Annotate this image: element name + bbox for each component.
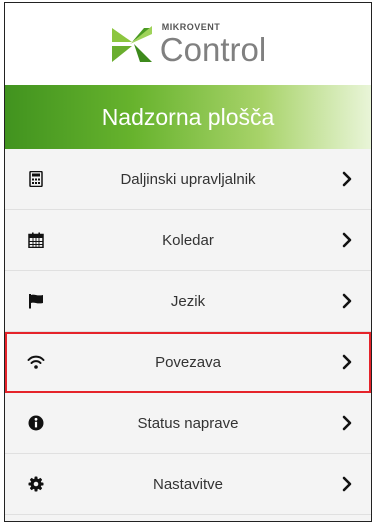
chevron-right-icon	[342, 415, 352, 431]
app-frame: MIKROVENT Control Nadzorna plošča Daljin…	[4, 2, 372, 522]
brand-big-text: Control	[159, 30, 267, 68]
menu-item-label: Daljinski upravljalnik	[120, 170, 256, 188]
menu-item-label: Nastavitve	[152, 475, 224, 493]
mikrovent-logo-icon	[111, 26, 152, 62]
chevron-right-icon	[342, 171, 352, 187]
menu-item-remote-control[interactable]: Daljinski upravljalnik	[5, 149, 371, 210]
menu-item-label: Jezik	[170, 292, 206, 310]
mikrovent-logo: MIKROVENT Control	[110, 22, 266, 66]
dashboard-menu: Daljinski upravljalnik Koledar Jezik Pov…	[5, 149, 371, 515]
menu-item-label: Povezava	[155, 353, 221, 371]
menu-item-language[interactable]: Jezik	[5, 271, 371, 332]
calendar-icon	[27, 231, 45, 249]
wifi-icon	[27, 353, 45, 371]
chevron-right-icon	[342, 232, 352, 248]
chevron-right-icon	[342, 293, 352, 309]
menu-item-device-status[interactable]: Status naprave	[5, 393, 371, 454]
flag-icon	[27, 292, 45, 310]
menu-item-connection[interactable]: Povezava	[5, 332, 371, 393]
app-header: MIKROVENT Control	[5, 3, 371, 85]
menu-item-label: Status naprave	[137, 414, 239, 432]
menu-item-settings[interactable]: Nastavitve	[5, 454, 371, 515]
menu-item-calendar[interactable]: Koledar	[5, 210, 371, 271]
page-title: Nadzorna plošča	[101, 103, 275, 130]
dashboard-title-bar: Nadzorna plošča	[5, 85, 371, 149]
chevron-right-icon	[342, 476, 352, 492]
chevron-right-icon	[342, 354, 352, 370]
remote-calculator-icon	[27, 170, 45, 188]
menu-item-label: Koledar	[162, 231, 214, 249]
gear-icon	[27, 475, 45, 493]
info-icon	[27, 414, 45, 432]
